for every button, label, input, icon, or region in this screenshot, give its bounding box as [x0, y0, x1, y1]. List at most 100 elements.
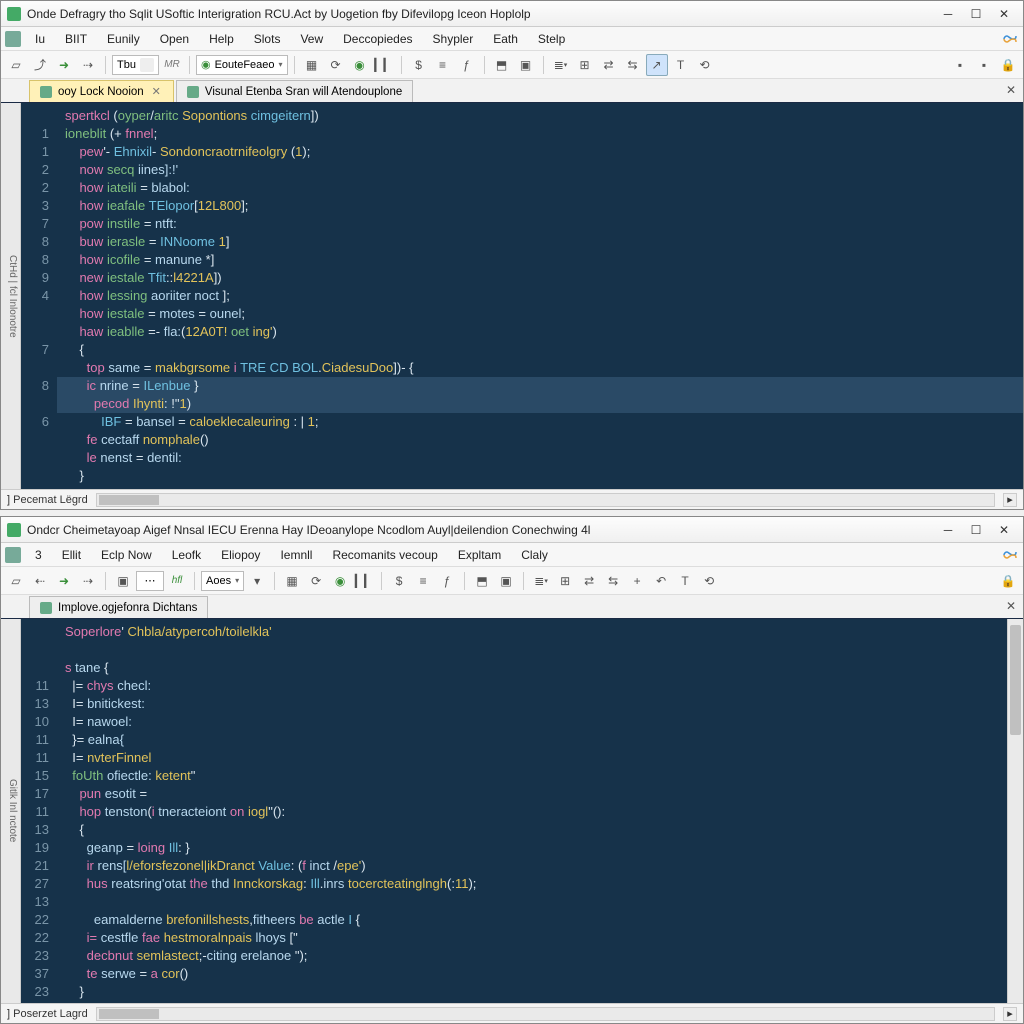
- titlebar[interactable]: Onde Defragry tho Sqlit USoftic Interigr…: [1, 1, 1023, 27]
- menu-item[interactable]: Eath: [483, 29, 528, 49]
- menu-item[interactable]: Help: [199, 29, 244, 49]
- menu-item[interactable]: 3: [25, 545, 52, 565]
- editor-tab[interactable]: Visunal Etenba Sran will Atendouplone: [176, 80, 413, 102]
- tab-close-icon[interactable]: ✕: [150, 85, 163, 98]
- menu-item[interactable]: Expltam: [448, 545, 511, 565]
- globe-icon[interactable]: ◉: [349, 54, 371, 76]
- menu-prefix[interactable]: Iu: [25, 29, 55, 49]
- menu-item[interactable]: Ellit: [52, 545, 91, 565]
- dropdown-icon[interactable]: ▾: [246, 570, 268, 592]
- tool4-icon[interactable]: ↗: [646, 54, 668, 76]
- minimize-button[interactable]: ─: [935, 5, 961, 23]
- run-config-combo[interactable]: Aoes▾: [201, 571, 244, 591]
- tool3-icon[interactable]: ⇆: [602, 570, 624, 592]
- titlebar[interactable]: Ondcr Cheimetayoap Aigef Nnsal IECU Eren…: [1, 517, 1023, 543]
- layout-icon[interactable]: ⬒: [491, 54, 513, 76]
- pause-icon[interactable]: ▎▎: [353, 570, 375, 592]
- run-icon[interactable]: ➜: [53, 570, 75, 592]
- back-icon[interactable]: ⇠: [29, 570, 51, 592]
- scroll-right-icon[interactable]: ▸: [1003, 1007, 1017, 1021]
- dollar-icon[interactable]: $: [388, 570, 410, 592]
- panel1-icon[interactable]: ▪: [949, 54, 971, 76]
- menu-item[interactable]: Leofk: [162, 545, 211, 565]
- infinity-icon[interactable]: [1001, 30, 1019, 48]
- vertical-scrollbar[interactable]: [1007, 619, 1023, 1003]
- menu-item[interactable]: Eunily: [97, 29, 150, 49]
- list-icon[interactable]: ≡: [412, 570, 434, 592]
- refresh-icon[interactable]: ⟳: [325, 54, 347, 76]
- bolt-icon[interactable]: ƒ: [456, 54, 478, 76]
- grid-icon[interactable]: ▦: [281, 570, 303, 592]
- menu-item[interactable]: Recomanits vecoup: [322, 545, 447, 565]
- undo-icon[interactable]: ↶: [650, 570, 672, 592]
- forward-icon[interactable]: ⇢: [77, 54, 99, 76]
- editor-tab[interactable]: Implove.ogjefonra Dichtans: [29, 596, 208, 618]
- code-content[interactable]: spertkcl (oyper/aritc Sopontions cimgeit…: [57, 103, 1023, 489]
- open-icon[interactable]: ⤴: [29, 54, 51, 76]
- horizontal-scrollbar[interactable]: [96, 493, 995, 507]
- status-text: ] Poserzet Lagrd: [7, 1008, 88, 1020]
- layout2-icon[interactable]: ▣: [495, 570, 517, 592]
- save-icon[interactable]: ▣: [112, 570, 134, 592]
- reload-icon[interactable]: ⟲: [698, 570, 720, 592]
- fast-icon[interactable]: ⇢: [77, 570, 99, 592]
- tool2-icon[interactable]: ⇄: [578, 570, 600, 592]
- text-icon[interactable]: T: [670, 54, 692, 76]
- new-icon[interactable]: ▱: [5, 570, 27, 592]
- layout-icon[interactable]: ⬒: [471, 570, 493, 592]
- lock-icon[interactable]: 🔒: [997, 570, 1019, 592]
- menu-item[interactable]: Claly: [511, 545, 558, 565]
- align-icon[interactable]: ≣▾: [550, 54, 572, 76]
- infinity-icon[interactable]: [1001, 546, 1019, 564]
- menu-item[interactable]: Vew: [290, 29, 333, 49]
- menu-item[interactable]: Deccopiedes: [333, 29, 422, 49]
- scroll-right-icon[interactable]: ▸: [1003, 493, 1017, 507]
- grid-icon[interactable]: ▦: [301, 54, 323, 76]
- panel2-icon[interactable]: ▪: [973, 54, 995, 76]
- menu-item[interactable]: Slots: [244, 29, 291, 49]
- lock-icon[interactable]: 🔒: [997, 54, 1019, 76]
- code-content[interactable]: Soperlore' Chbla/atypercoh/toilelkla' s …: [57, 619, 1007, 1003]
- text-icon[interactable]: T: [674, 570, 696, 592]
- menu-item[interactable]: Open: [150, 29, 199, 49]
- layout2-icon[interactable]: ▣: [515, 54, 537, 76]
- tool3-icon[interactable]: ⇆: [622, 54, 644, 76]
- tool2-icon[interactable]: ⇄: [598, 54, 620, 76]
- globe-icon[interactable]: ◉: [329, 570, 351, 592]
- close-all-icon[interactable]: ✕: [1003, 598, 1019, 614]
- side-panel-label[interactable]: CtHd | fcl Inlonotre: [1, 103, 21, 489]
- menu-item[interactable]: Iemnll: [270, 545, 322, 565]
- menu-item[interactable]: Eliopoy: [211, 545, 270, 565]
- tool1-icon[interactable]: ⊞: [554, 570, 576, 592]
- minimize-button[interactable]: ─: [935, 521, 961, 539]
- doc-icon: [5, 31, 21, 47]
- close-all-icon[interactable]: ✕: [1003, 82, 1019, 98]
- maximize-button[interactable]: ☐: [963, 5, 989, 23]
- close-button[interactable]: ✕: [991, 5, 1017, 23]
- reload-icon[interactable]: ⟲: [694, 54, 716, 76]
- code-editor[interactable]: 11131011111517111319212713222223372333 S…: [21, 619, 1007, 1003]
- config-combo[interactable]: Tbu: [112, 55, 159, 75]
- side-panel-label[interactable]: Gitlk Inl nctote: [1, 619, 21, 1003]
- close-button[interactable]: ✕: [991, 521, 1017, 539]
- pause-icon[interactable]: ▎▎: [373, 54, 395, 76]
- horizontal-scrollbar[interactable]: [96, 1007, 995, 1021]
- refresh-icon[interactable]: ⟳: [305, 570, 327, 592]
- bolt-icon[interactable]: ƒ: [436, 570, 458, 592]
- list-icon[interactable]: ≡: [432, 54, 454, 76]
- dollar-icon[interactable]: $: [408, 54, 430, 76]
- run-icon[interactable]: ➜: [53, 54, 75, 76]
- add-icon[interactable]: +: [626, 570, 648, 592]
- menu-item[interactable]: Shypler: [423, 29, 484, 49]
- maximize-button[interactable]: ☐: [963, 521, 989, 539]
- code-editor[interactable]: 1122378894786 spertkcl (oyper/aritc Sopo…: [21, 103, 1023, 489]
- menu-item[interactable]: BIIT: [55, 29, 97, 49]
- new-icon[interactable]: ▱: [5, 54, 27, 76]
- tool1-icon[interactable]: ⊞: [574, 54, 596, 76]
- menu-item[interactable]: Stelp: [528, 29, 575, 49]
- align-icon[interactable]: ≣▾: [530, 570, 552, 592]
- small-combo[interactable]: ⋯: [136, 571, 164, 591]
- menu-item[interactable]: Eclp Now: [91, 545, 162, 565]
- editor-tab[interactable]: ooy Lock Nooion ✕: [29, 80, 174, 102]
- run-config-combo[interactable]: ◉EouteFeaeo▾: [196, 55, 288, 75]
